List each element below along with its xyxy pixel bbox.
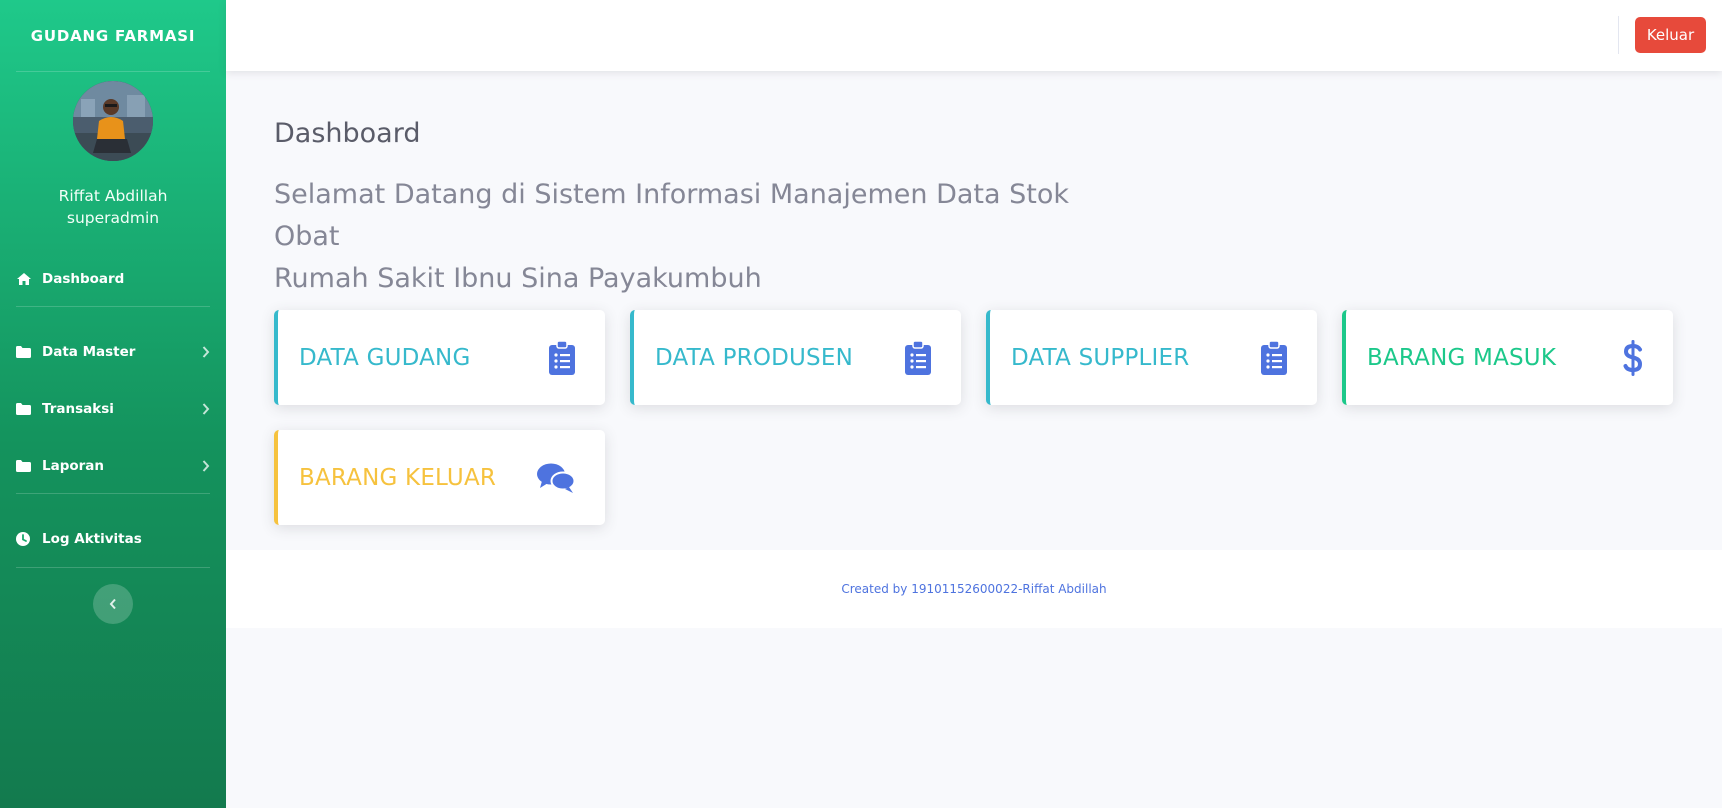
card-title: DATA PRODUSEN xyxy=(655,344,853,371)
sidebar-item-label: Dashboard xyxy=(42,271,125,287)
welcome-line-1: Selamat Datang di Sistem Informasi Manaj… xyxy=(274,179,1069,252)
card-data-gudang[interactable]: DATA GUDANG xyxy=(274,310,605,405)
footer: Created by 19101152600022-Riffat Abdilla… xyxy=(226,550,1722,628)
brand-title[interactable]: GUDANG FARMASI xyxy=(0,0,226,71)
clipboard-list-icon xyxy=(905,340,931,375)
user-role: superadmin xyxy=(66,209,160,227)
sidebar-item-label: Transaksi xyxy=(42,401,114,417)
card-barang-keluar[interactable]: BARANG KELUAR xyxy=(274,430,605,525)
card-title: DATA SUPPLIER xyxy=(1011,344,1190,371)
clipboard-list-icon xyxy=(1261,340,1287,375)
page-title: Dashboard xyxy=(274,118,421,149)
logout-button[interactable]: Keluar xyxy=(1635,17,1706,53)
card-title: DATA GUDANG xyxy=(299,344,471,371)
sidebar-item-laporan[interactable]: Laporan xyxy=(16,452,210,480)
sidebar-divider xyxy=(16,567,210,568)
sidebar-item-transaksi[interactable]: Transaksi xyxy=(16,395,210,423)
topbar: Keluar xyxy=(226,0,1722,71)
sidebar-toggle-button[interactable] xyxy=(93,584,133,624)
sidebar-item-label: Log Aktivitas xyxy=(42,531,142,547)
footer-credit: Created by 19101152600022-Riffat Abdilla… xyxy=(841,582,1107,596)
sidebar-divider xyxy=(16,493,210,494)
comments-icon xyxy=(537,462,575,494)
chevron-right-icon xyxy=(202,346,210,358)
card-title: BARANG KELUAR xyxy=(299,464,497,491)
clock-icon xyxy=(16,532,42,546)
avatar-photo xyxy=(73,81,153,161)
card-data-produsen[interactable]: DATA PRODUSEN xyxy=(630,310,961,405)
sidebar-item-label: Data Master xyxy=(42,344,136,360)
sidebar-divider xyxy=(16,71,210,72)
topbar-divider xyxy=(1618,16,1619,54)
sidebar-item-label: Laporan xyxy=(42,458,105,474)
sidebar-divider xyxy=(16,306,210,307)
sidebar-item-log-aktivitas[interactable]: Log Aktivitas xyxy=(16,525,210,553)
clipboard-list-icon xyxy=(549,340,575,375)
user-name: Riffat Abdillah xyxy=(58,187,168,205)
welcome-line-2: Rumah Sakit Ibnu Sina Payakumbuh xyxy=(274,263,762,294)
chevron-right-icon xyxy=(202,460,210,472)
sidebar-item-data-master[interactable]: Data Master xyxy=(16,338,210,366)
folder-icon xyxy=(16,346,42,358)
card-title: BARANG MASUK xyxy=(1367,344,1557,371)
dollar-icon xyxy=(1623,339,1643,376)
avatar xyxy=(73,81,153,161)
home-icon xyxy=(16,272,42,286)
card-data-supplier[interactable]: DATA SUPPLIER xyxy=(986,310,1317,405)
sidebar-item-dashboard[interactable]: Dashboard xyxy=(16,265,210,293)
sidebar: GUDANG FARMASI Riffat Abdillah superadmi… xyxy=(0,0,226,808)
welcome-message: Selamat Datang di Sistem Informasi Manaj… xyxy=(274,174,1094,300)
chevron-left-icon xyxy=(109,598,117,610)
folder-icon xyxy=(16,460,42,472)
avatar-wrap xyxy=(0,81,226,161)
chevron-right-icon xyxy=(202,403,210,415)
folder-icon xyxy=(16,403,42,415)
card-barang-masuk[interactable]: BARANG MASUK xyxy=(1342,310,1673,405)
